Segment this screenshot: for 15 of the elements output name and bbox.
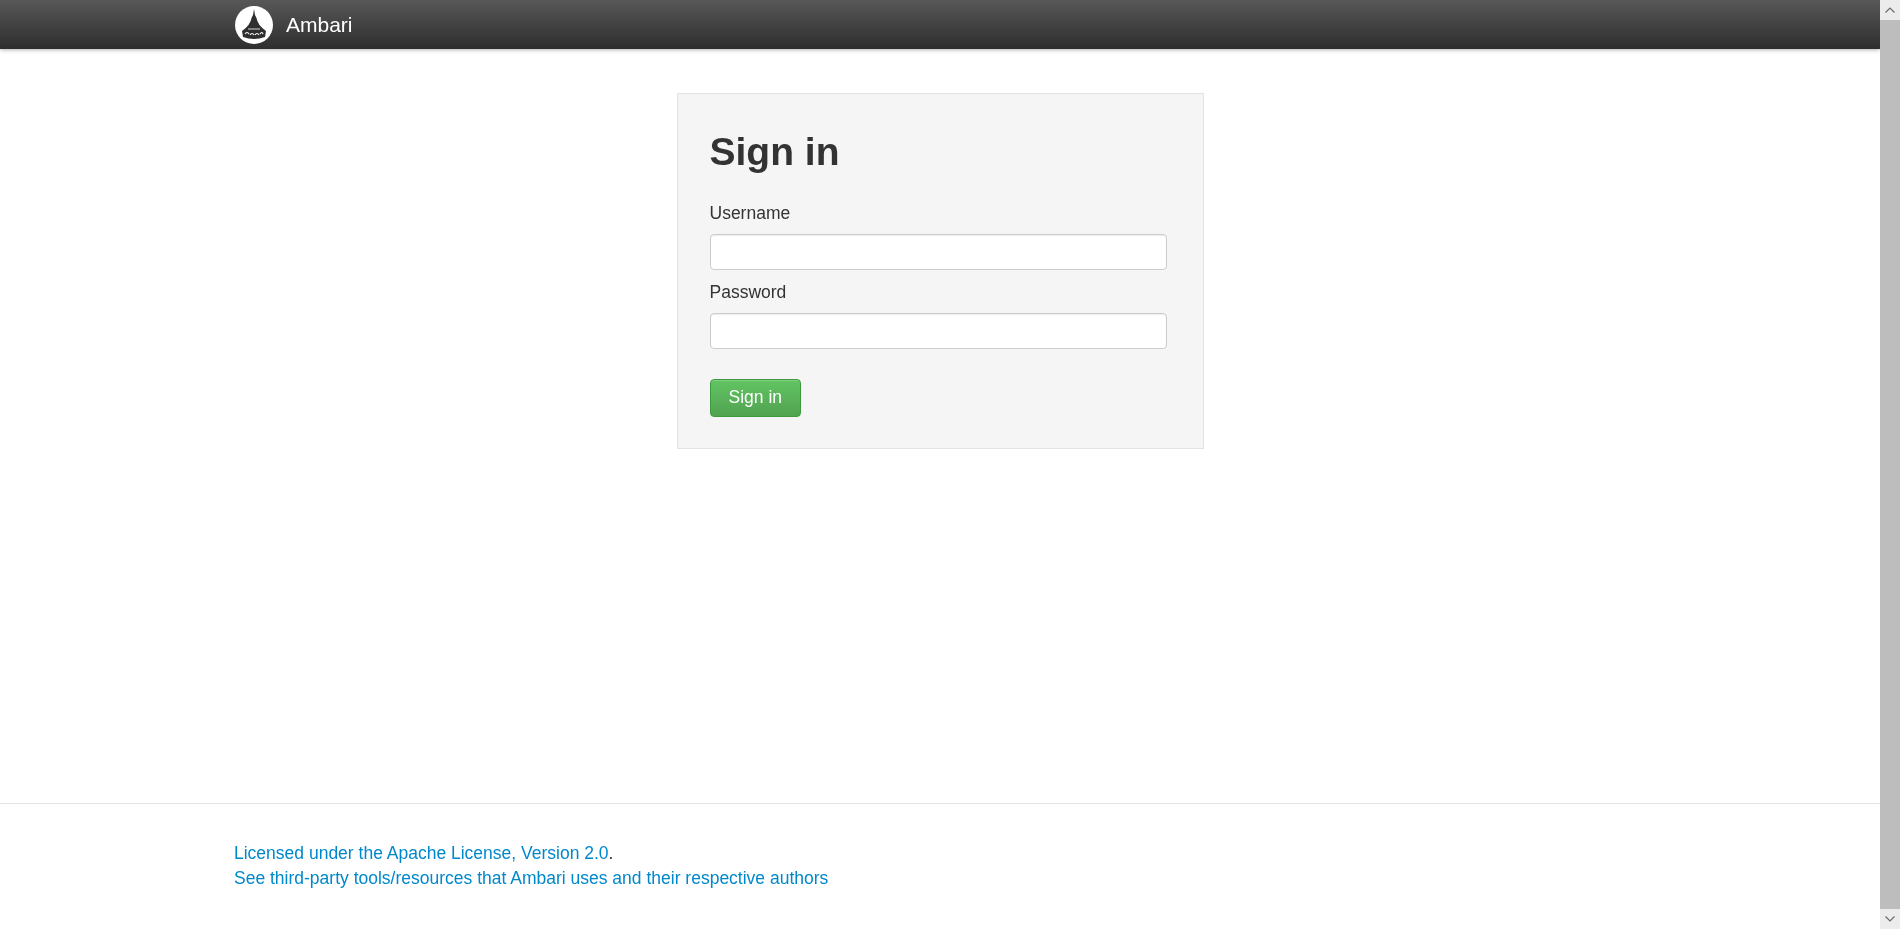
logo-icon <box>235 5 273 44</box>
license-link[interactable]: Licensed under the Apache License, Version 2.0 <box>234 843 609 863</box>
scroll-up-button[interactable] <box>1880 0 1900 20</box>
field-label: Password <box>709 281 787 304</box>
scroll-down-button[interactable] <box>1880 909 1900 929</box>
footer-link[interactable]: See third-party tools/resources that Ambari uses and their respective authors <box>234 868 829 888</box>
sign-in-heading: Sign in <box>709 130 841 173</box>
field-label: Username <box>709 202 791 225</box>
chevron-down-icon <box>1885 916 1895 922</box>
license-sentence: Licensed under the Apache License, Version 2.0. <box>234 842 614 865</box>
input-field[interactable] <box>709 234 1167 270</box>
input-field[interactable] <box>709 313 1167 349</box>
sign-in-button[interactable]: Sign in <box>709 379 801 417</box>
chevron-up-icon <box>1885 7 1895 13</box>
brand-link[interactable]: Ambari <box>286 14 353 35</box>
